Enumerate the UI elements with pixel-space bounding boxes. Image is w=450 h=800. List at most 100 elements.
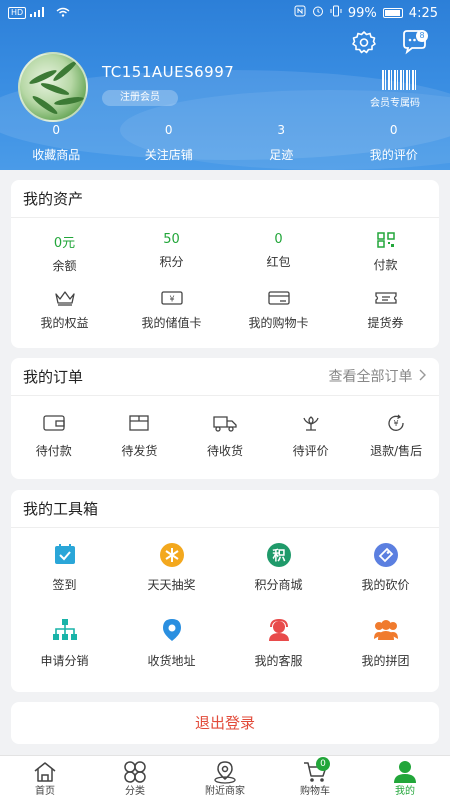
support-icon: [266, 618, 292, 646]
tool-customer-service[interactable]: 我的客服: [225, 618, 332, 688]
asset-value: 0: [274, 232, 283, 247]
tool-bargain[interactable]: 我的砍价: [332, 542, 439, 608]
stat-value: 0: [164, 123, 173, 137]
bargain-icon: [373, 542, 399, 572]
signal-icon: [30, 6, 52, 20]
stat-value: 3: [277, 123, 286, 137]
wifi-icon: [56, 6, 70, 20]
battery-icon: [382, 8, 403, 18]
alarm-icon: [312, 5, 324, 21]
order-pending-review[interactable]: 待评价: [268, 414, 354, 478]
vibrate-icon: [330, 5, 342, 21]
asset-pay[interactable]: 付款: [332, 232, 439, 278]
tool-label: 我的砍价: [361, 578, 410, 592]
org-chart-icon: [52, 618, 78, 646]
box-icon: [127, 414, 151, 436]
asset-value: 0元: [53, 236, 76, 251]
barcode-icon[interactable]: [382, 70, 416, 90]
refund-icon: ¥: [384, 414, 408, 436]
logout-button[interactable]: 退出登录: [11, 702, 439, 744]
asset-item-label: 我的权益: [40, 316, 89, 330]
nav-label: 附近商家: [205, 786, 245, 797]
tool-lottery[interactable]: 天天抽奖: [118, 542, 225, 608]
nav-nearby[interactable]: 附近商家: [180, 756, 270, 800]
tool-sign-in[interactable]: 签到: [11, 542, 118, 608]
svg-text:¥: ¥: [169, 295, 174, 304]
tool-points-mall[interactable]: 积 积分商城: [225, 542, 332, 608]
nav-home[interactable]: 首页: [0, 756, 90, 800]
toolbox-title: 我的工具箱: [11, 490, 439, 528]
cart-count-badge: 0: [316, 757, 330, 771]
tool-label: 申请分销: [40, 654, 89, 668]
stat-label: 我的评价: [369, 148, 418, 162]
member-level-badge: 注册会员: [102, 90, 178, 106]
toolbox-card: 我的工具箱 签到 天天抽奖 积 积分商城 我的砍价 申请分销 收货地址 我的客服…: [11, 490, 439, 692]
nav-label: 分类: [125, 786, 145, 797]
order-label: 待收货: [206, 444, 243, 458]
tool-group-buy[interactable]: 我的拼团: [332, 618, 439, 688]
tool-label: 收货地址: [147, 654, 196, 668]
orders-title: 我的订单 查看全部订单: [11, 358, 439, 396]
view-all-orders-link[interactable]: 查看全部订单: [329, 358, 427, 396]
crown-icon: [54, 290, 76, 310]
tool-label: 天天抽奖: [147, 578, 196, 592]
tool-label: 签到: [52, 578, 77, 592]
profile-stats: 0 收藏商品 0 关注店铺 3 足迹 0 我的评价: [0, 122, 450, 166]
asset-item-rights[interactable]: 我的权益: [11, 290, 118, 338]
tool-label: 我的客服: [254, 654, 303, 668]
order-label: 待评价: [292, 444, 329, 458]
message-count-badge: 8: [416, 30, 428, 42]
stat-reviews[interactable]: 0 我的评价: [338, 122, 450, 166]
qr-pay-icon: [376, 232, 395, 252]
member-code-label[interactable]: 会员专属码: [370, 94, 420, 109]
orders-title-text: 我的订单: [23, 368, 84, 386]
asset-item-coupon[interactable]: 提货券: [332, 290, 439, 338]
order-pending-payment[interactable]: 待付款: [11, 414, 97, 478]
nav-category[interactable]: 分类: [90, 756, 180, 800]
asset-label: 付款: [373, 258, 398, 272]
tool-label: 我的拼团: [361, 654, 410, 668]
tool-address[interactable]: 收货地址: [118, 618, 225, 688]
settings-gear-icon[interactable]: [350, 28, 378, 56]
order-label: 待付款: [35, 444, 72, 458]
stat-label: 关注店铺: [144, 148, 193, 162]
stat-value: 0: [52, 123, 61, 137]
nfc-icon: [294, 5, 306, 21]
group-icon: [371, 618, 401, 646]
clock: 4:25: [408, 5, 438, 21]
stat-followed-shops[interactable]: 0 关注店铺: [113, 122, 226, 166]
asset-item-label: 我的储值卡: [141, 316, 202, 330]
avatar[interactable]: [18, 52, 88, 122]
nav-label: 购物车: [300, 786, 330, 797]
asset-item-stored-card[interactable]: ¥ 我的储值卡: [118, 290, 225, 338]
flower-icon: [299, 414, 323, 436]
asset-label: 积分: [159, 255, 184, 269]
asset-balance[interactable]: 0元 余额: [11, 232, 118, 278]
stat-footprints[interactable]: 3 足迹: [225, 122, 338, 166]
order-label: 待发货: [121, 444, 158, 458]
asset-item-shopping-card[interactable]: 我的购物卡: [225, 290, 332, 338]
username: TC151AUES6997: [102, 63, 235, 81]
lottery-icon: [159, 542, 185, 572]
order-pending-shipment[interactable]: 待发货: [97, 414, 183, 478]
points-icon: 积: [266, 542, 292, 572]
battery-percent: 99%: [347, 5, 377, 21]
order-pending-receipt[interactable]: 待收货: [182, 414, 268, 478]
asset-item-label: 提货券: [367, 316, 404, 330]
asset-points[interactable]: 50 积分: [118, 232, 225, 278]
profile-header: HD 99% 4:25 8 TC151AUES6997 注册会员 会员专属码 0…: [0, 0, 450, 170]
nav-cart[interactable]: 购物车: [270, 756, 360, 800]
asset-label: 余额: [52, 259, 77, 273]
shopping-card-icon: [267, 290, 291, 310]
bottom-nav: 首页 分类 附近商家 购物车 我的: [0, 755, 450, 800]
assets-card: 我的资产 0元 余额 50 积分 0 红包 付款 我的权益 ¥ 我的储值卡 我的…: [11, 180, 439, 348]
calendar-check-icon: [53, 542, 77, 570]
svg-text:¥: ¥: [394, 419, 399, 428]
asset-item-label: 我的购物卡: [248, 316, 309, 330]
tool-distribution[interactable]: 申请分销: [11, 618, 118, 688]
order-refund[interactable]: ¥ 退款/售后: [353, 414, 439, 478]
nav-mine[interactable]: 我的: [360, 756, 450, 800]
stat-favorites[interactable]: 0 收藏商品: [0, 122, 113, 166]
stored-card-icon: ¥: [160, 290, 184, 310]
asset-red-packet[interactable]: 0 红包: [225, 232, 332, 278]
